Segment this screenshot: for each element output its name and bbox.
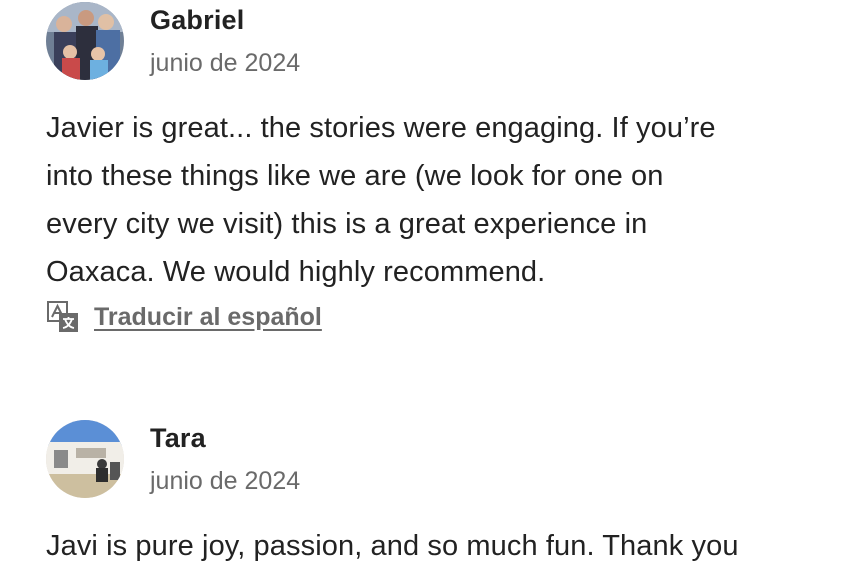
translate-row[interactable]: Traducir al español: [46, 300, 826, 334]
review-text-line: Javier is great... the stories were enga…: [46, 112, 716, 144]
translate-link[interactable]: Traducir al español: [94, 303, 322, 332]
review-date: junio de 2024: [150, 49, 301, 77]
review-date: junio de 2024: [150, 467, 301, 495]
avatar[interactable]: [46, 2, 124, 80]
review-body: Javi is pure joy, passion, and so much f…: [46, 522, 826, 570]
review-card: Gabriel junio de 2024: [46, 0, 826, 82]
review-header: Gabriel junio de 2024: [46, 0, 826, 82]
translate-icon: [47, 301, 78, 332]
review-text: Javier is great... the stories were enga…: [46, 104, 826, 296]
review-meta: Gabriel junio de 2024: [150, 3, 300, 79]
review-text-line: Oaxaca. We would highly recommend.: [46, 256, 546, 288]
review-text: Javi is pure joy, passion, and so much f…: [46, 522, 826, 570]
reviewer-name: Tara: [150, 423, 206, 453]
review-card: Tara junio de 2024: [46, 418, 826, 500]
translate-link-row[interactable]: Traducir al español: [46, 300, 826, 334]
review-text-line: into these things like we are (we look f…: [46, 160, 664, 192]
review-text-line: every city we visit) this is a great exp…: [46, 208, 648, 240]
avatar[interactable]: [46, 420, 124, 498]
review-header: Tara junio de 2024: [46, 418, 826, 500]
review-text-line: Javi is pure joy, passion, and so much f…: [46, 530, 739, 562]
reviewer-name: Gabriel: [150, 5, 245, 35]
review-meta: Tara junio de 2024: [150, 421, 300, 497]
review-body: Javier is great... the stories were enga…: [46, 104, 826, 296]
